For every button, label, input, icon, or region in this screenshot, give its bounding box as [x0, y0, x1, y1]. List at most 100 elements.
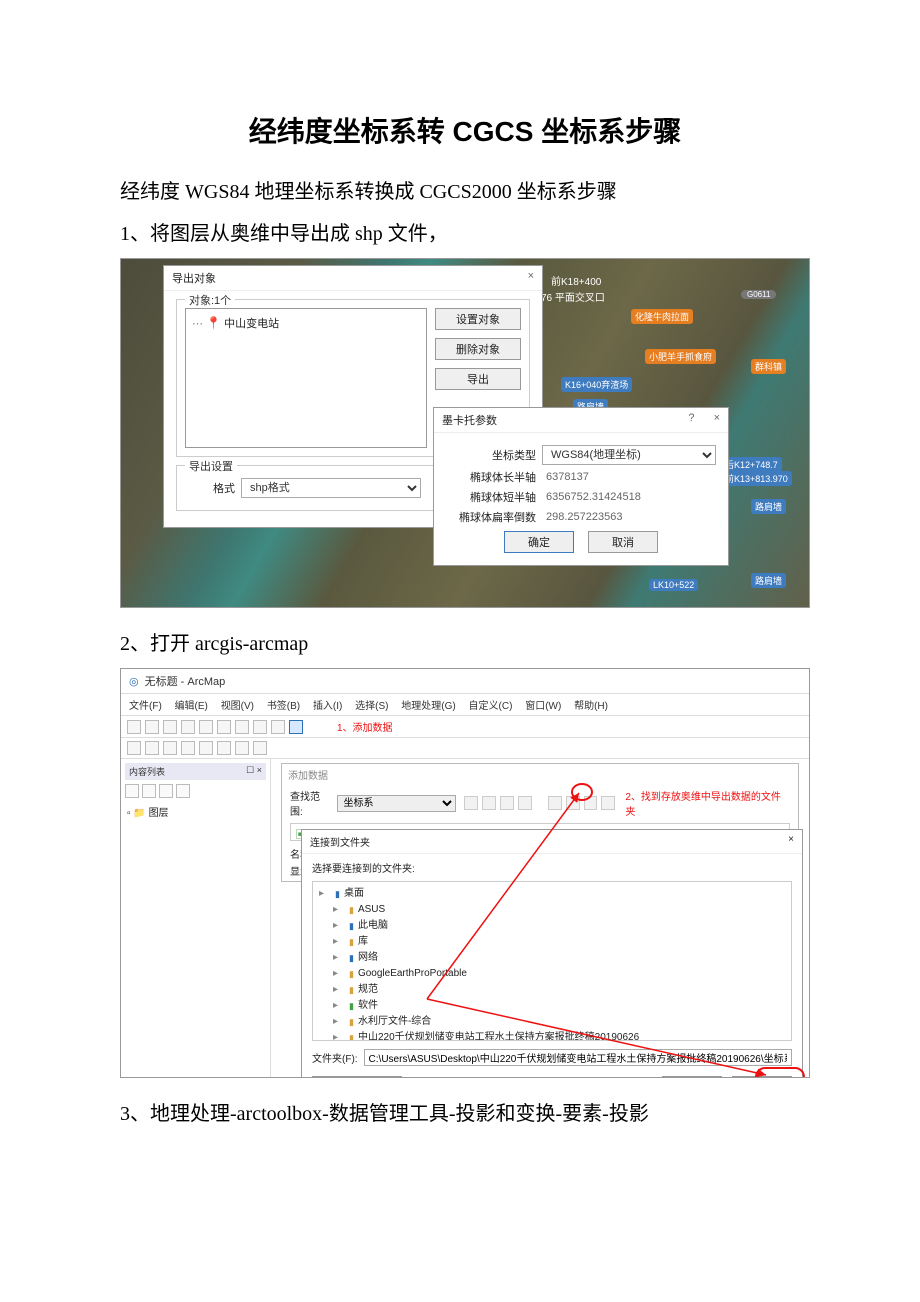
format-select[interactable]: shp格式: [241, 478, 421, 498]
close-icon[interactable]: ×: [788, 834, 794, 849]
cut-icon[interactable]: [199, 720, 213, 734]
help-icon[interactable]: ?: [688, 412, 694, 424]
map-label: 化隆牛肉拉面: [631, 309, 693, 324]
item-label: 中山变电站: [224, 318, 279, 330]
annotation-1: 1、添加数据: [337, 719, 393, 734]
coord-type-select[interactable]: WGS84(地理坐标): [542, 445, 716, 465]
tree-node[interactable]: ▸▮桌面: [319, 886, 785, 902]
group-legend: 导出设置: [185, 458, 237, 474]
up-icon[interactable]: [464, 796, 478, 810]
set-object-button[interactable]: 设置对象: [435, 308, 521, 330]
full-extent-icon[interactable]: [181, 741, 195, 755]
map-label: 前K13+813.970: [721, 471, 792, 486]
toc-layer-root[interactable]: ▫ 📁 图层: [125, 802, 266, 821]
copy-icon[interactable]: [217, 720, 231, 734]
menu-item[interactable]: 编辑(E): [175, 701, 208, 712]
identify-icon[interactable]: [217, 741, 231, 755]
page-title: 经纬度坐标系转 CGCS 坐标系步骤: [120, 110, 810, 150]
zoom-in-icon[interactable]: [127, 741, 141, 755]
folder-tree[interactable]: ▸▮桌面▸▮ASUS▸▮此电脑▸▮库▸▮网络▸▮GoogleEarthProPo…: [312, 881, 792, 1041]
toc-view-icons[interactable]: [125, 784, 266, 798]
connect-folder-dialog: 连接到文件夹 × 选择要连接到的文件夹: ▸▮桌面▸▮ASUS▸▮此电脑▸▮库▸…: [301, 829, 803, 1078]
poi-badge: 化隆牛肉拉面: [631, 309, 693, 324]
poi-badge: 后K12+748.7: [721, 457, 782, 472]
map-label: 路肩墙: [751, 573, 786, 588]
paste-icon[interactable]: [235, 720, 249, 734]
intro-text: 经纬度 WGS84 地理坐标系转换成 CGCS2000 坐标系步骤: [120, 174, 810, 210]
save-icon[interactable]: [163, 720, 177, 734]
map-canvas[interactable]: 添加数据 查找范围: 坐标系 2、找到存放奥维: [271, 759, 809, 1078]
step3-text: 3、地理处理-arctoolbox-数据管理工具-投影和变换-要素-投影: [120, 1096, 810, 1132]
add-server-icon[interactable]: [601, 796, 615, 810]
dialog-title: 添加数据: [282, 764, 798, 785]
add-data-icon[interactable]: [289, 720, 303, 734]
lookin-label: 查找范围:: [290, 788, 333, 818]
connect-folder-icon[interactable]: [548, 796, 562, 810]
mercator-dialog: 墨卡托参数 ? × 坐标类型 WGS84(地理坐标) 椭球体长半轴 椭球体短半轴…: [433, 407, 729, 566]
export-button[interactable]: 导出: [435, 368, 521, 390]
tree-node[interactable]: ▸▮软件: [319, 998, 785, 1014]
details-icon[interactable]: [518, 796, 532, 810]
tree-node[interactable]: ▸▮ASUS: [319, 902, 785, 918]
poi-badge: K16+040弃渣场: [561, 377, 632, 392]
menu-item[interactable]: 视图(V): [221, 701, 254, 712]
pin-icon: 📍: [206, 316, 221, 330]
tree-node[interactable]: ▸▮网络: [319, 950, 785, 966]
object-list[interactable]: ⋯ 📍 中山变电站: [185, 308, 427, 448]
menu-item[interactable]: 插入(I): [313, 701, 342, 712]
app-icon: ◎: [129, 675, 139, 688]
menu-item[interactable]: 选择(S): [355, 701, 388, 712]
tree-node[interactable]: ▸▮库: [319, 934, 785, 950]
open-icon[interactable]: [145, 720, 159, 734]
close-icon[interactable]: ×: [714, 412, 720, 424]
delete-object-button[interactable]: 删除对象: [435, 338, 521, 360]
list-item[interactable]: ⋯ 📍 中山变电站: [192, 315, 420, 331]
new-folder-button[interactable]: 新建文件夹(M): [312, 1076, 402, 1078]
tree-node[interactable]: ▸▮规范: [319, 982, 785, 998]
tree-node[interactable]: ▸▮中山220千伏规划储变电站工程水土保持方案报批终稿20190626: [319, 1030, 785, 1041]
close-icon[interactable]: ×: [528, 270, 534, 286]
pan-icon[interactable]: [163, 741, 177, 755]
redo-icon[interactable]: [271, 720, 285, 734]
toc-pin-close[interactable]: ☐ ×: [246, 765, 262, 778]
new-icon[interactable]: [127, 720, 141, 734]
dialog-title: 导出对象: [172, 270, 216, 286]
menu-item[interactable]: 自定义(C): [469, 701, 513, 712]
tree-node[interactable]: ▸▮水利厅文件-综合: [319, 1014, 785, 1030]
poi-badge: 路肩墙: [751, 499, 786, 514]
print-icon[interactable]: [181, 720, 195, 734]
undo-icon[interactable]: [253, 720, 267, 734]
map-label: LK10+522: [649, 579, 698, 591]
menu-item[interactable]: 窗口(W): [525, 701, 561, 712]
semi-major-value: [542, 469, 716, 485]
poi-badge: 路肩墙: [751, 573, 786, 588]
map-label: K16+040弃渣场: [561, 377, 632, 392]
measure-icon[interactable]: [253, 741, 267, 755]
folder-path-label: 文件夹(F):: [312, 1050, 358, 1065]
cancel-button[interactable]: 取消: [588, 531, 658, 553]
menu-bar[interactable]: 文件(F) 编辑(E) 视图(V) 书签(B) 插入(I) 选择(S) 地理处理…: [121, 694, 809, 716]
menu-item[interactable]: 文件(F): [129, 701, 162, 712]
home-icon[interactable]: [482, 796, 496, 810]
find-icon[interactable]: [235, 741, 249, 755]
select-icon[interactable]: [199, 741, 213, 755]
lookin-select[interactable]: 坐标系: [337, 795, 456, 812]
tree-node[interactable]: ▸▮此电脑: [319, 918, 785, 934]
screenshot-1: 前K18+400 76 平面交叉口 化隆牛肉拉面 G0611 小肥羊手抓食府 群…: [120, 258, 810, 608]
poi-badge: 小肥羊手抓食府: [645, 349, 716, 364]
group-legend: 对象:1个: [185, 292, 235, 308]
poi-badge: 群科镇: [751, 359, 786, 374]
menu-item[interactable]: 帮助(H): [574, 701, 608, 712]
screenshot-2: ◎ 无标题 - ArcMap 文件(F) 编辑(E) 视图(V) 书签(B) 插…: [120, 668, 810, 1078]
menu-item[interactable]: 书签(B): [267, 701, 300, 712]
ok-button[interactable]: 确定: [662, 1076, 722, 1078]
ok-button[interactable]: 确定: [504, 531, 574, 553]
app-title: 无标题 - ArcMap: [145, 673, 226, 689]
folder-path-input[interactable]: [364, 1049, 792, 1066]
zoom-out-icon[interactable]: [145, 741, 159, 755]
list-icon[interactable]: [500, 796, 514, 810]
map-road-badge: G0611: [741, 289, 776, 300]
tree-node[interactable]: ▸▮GoogleEarthProPortable: [319, 966, 785, 982]
semi-minor-label: 椭球体短半轴: [446, 489, 536, 505]
menu-item[interactable]: 地理处理(G): [401, 701, 455, 712]
